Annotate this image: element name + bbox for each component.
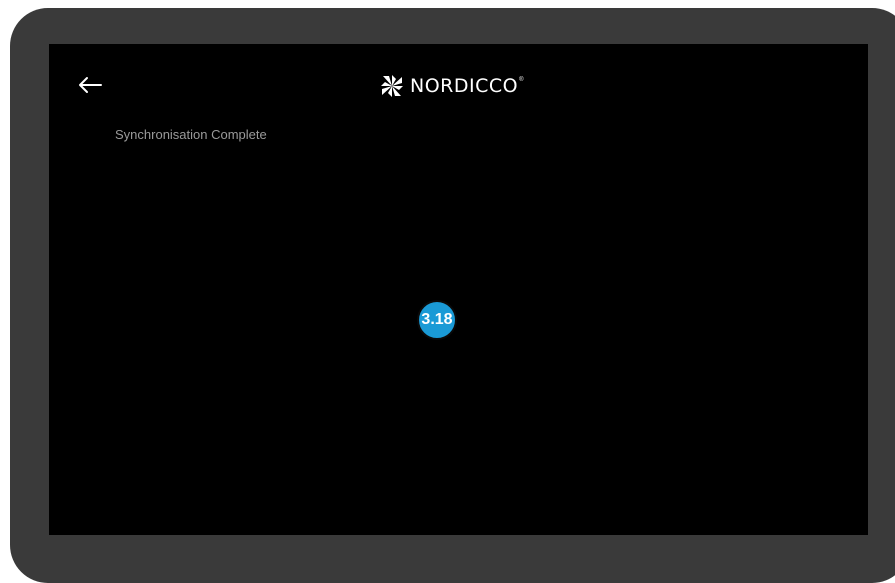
nordicco-logo-icon <box>381 75 403 97</box>
back-button[interactable] <box>75 72 105 98</box>
step-badge: 3.18 <box>417 300 457 340</box>
brand-logo: NORDICCO ® <box>380 73 524 99</box>
sync-status-text: Synchronisation Complete <box>115 127 267 142</box>
registered-mark: ® <box>519 77 524 83</box>
brand-name: NORDICCO <box>410 75 519 97</box>
arrow-left-icon <box>79 77 102 93</box>
device-screen: NORDICCO ® Synchronisation Complete 3.18 <box>49 44 868 535</box>
